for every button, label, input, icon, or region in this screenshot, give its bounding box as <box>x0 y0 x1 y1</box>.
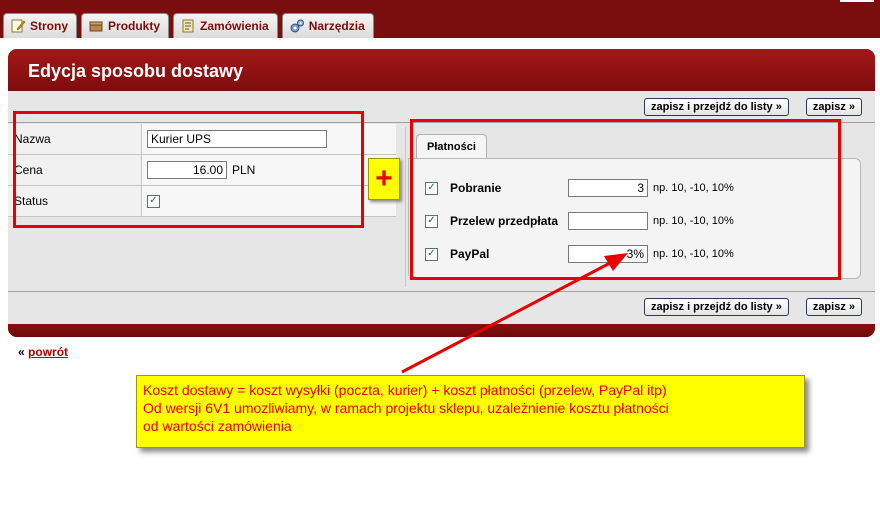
note-line-3: od wartości zamówienia <box>143 418 292 434</box>
note-line-2: Od wersji 6V1 umozliwiamy, w ramach proj… <box>143 400 669 416</box>
top-button-row: zapisz i przejdź do listy » zapisz » <box>644 98 862 118</box>
plus-sign: + <box>368 158 400 200</box>
divider <box>8 291 875 292</box>
save-and-list-button[interactable]: zapisz i przejdź do listy » <box>644 98 789 116</box>
save-button[interactable]: zapisz » <box>805 298 862 316</box>
cart-icon <box>180 18 196 34</box>
top-nav-bar: Strony Produkty Zamówienia Narzędzia <box>0 0 880 38</box>
tab-produkty[interactable]: Produkty <box>81 13 170 38</box>
tab-zamowienia[interactable]: Zamówienia <box>173 13 278 38</box>
pencil-page-icon <box>10 18 26 34</box>
panel-footer <box>8 324 875 337</box>
box-icon <box>88 18 104 34</box>
annotation-note: Koszt dostawy = koszt wysyłki (poczta, k… <box>136 375 805 448</box>
note-line-1: Koszt dostawy = koszt wysyłki (poczta, k… <box>143 382 667 398</box>
page-title: Edycja sposobu dostawy <box>8 49 875 91</box>
main-tabs: Strony Produkty Zamówienia Narzędzia <box>3 13 374 38</box>
back-prefix: « <box>18 345 25 359</box>
save-button[interactable]: zapisz » <box>805 98 862 116</box>
highlight-box-form <box>13 111 364 228</box>
tab-label: Produkty <box>108 19 161 33</box>
tab-label: Strony <box>30 19 69 33</box>
tab-label: Narzędzia <box>308 19 365 33</box>
save-and-list-button[interactable]: zapisz i przejdź do listy » <box>644 298 789 316</box>
highlight-box-payments <box>410 119 841 280</box>
gears-icon <box>289 18 305 34</box>
bottom-button-row: zapisz i przejdź do listy » zapisz » <box>644 298 862 318</box>
back-link-row: « powrót <box>18 345 68 359</box>
tab-strony[interactable]: Strony <box>3 13 78 38</box>
back-link[interactable]: powrót <box>28 345 68 359</box>
tab-narzedzia[interactable]: Narzędzia <box>281 13 374 38</box>
tab-label: Zamówienia <box>200 19 269 33</box>
window-corner-mark <box>840 0 874 2</box>
